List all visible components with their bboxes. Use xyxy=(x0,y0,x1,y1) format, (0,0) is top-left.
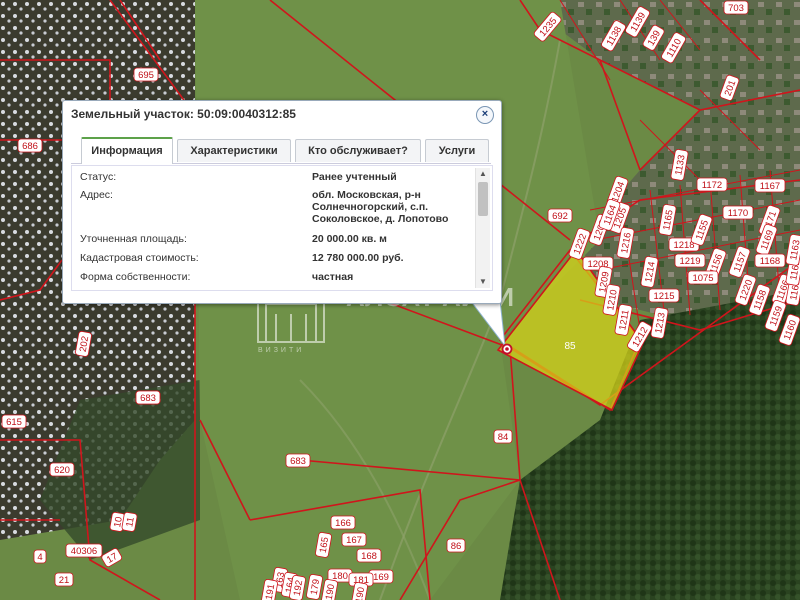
tab-bar: Информация Характеристики Кто обслуживае… xyxy=(71,137,491,164)
parcel-label-text: 1215 xyxy=(653,291,674,302)
tab-services[interactable]: Услуги xyxy=(425,139,489,162)
row-value: 12 780 000.00 руб. xyxy=(312,252,404,264)
tab-information[interactable]: Информация xyxy=(81,137,173,164)
parcel-label: 86 xyxy=(446,538,466,553)
parcel-label: 1172 xyxy=(696,177,728,192)
parcel-label: 683 xyxy=(285,453,311,468)
row-label: Статус: xyxy=(80,171,117,183)
parcel-label-text: 168 xyxy=(361,551,377,562)
parcel-label-text: 695 xyxy=(138,70,154,81)
row-label: Кадастровая стоимость: xyxy=(80,252,199,264)
parcel-label: 620 xyxy=(49,462,75,477)
selected-parcel-label: 85 xyxy=(564,341,576,352)
parcel-label-text: 683 xyxy=(290,456,306,467)
parcel-label-text: 4 xyxy=(37,552,42,563)
parcel-label-text: 620 xyxy=(54,465,70,476)
scroll-down-arrow-icon[interactable]: ▼ xyxy=(476,276,490,288)
info-panel: Статус: Ранее учтенный Адрес: обл. Моско… xyxy=(71,165,493,291)
parcel-label-text: 1167 xyxy=(760,181,780,192)
parcel-label: 615 xyxy=(1,414,27,429)
popup-title: Земельный участок: 50:09:0040312:85 xyxy=(71,107,296,121)
row-value: 20 000.00 кв. м xyxy=(312,233,387,245)
parcel-label-text: 615 xyxy=(6,417,22,428)
parcel-label-text: 190 xyxy=(354,586,368,600)
parcel-label-text: 703 xyxy=(728,3,744,14)
row-label: Адрес: xyxy=(80,189,113,201)
parcel-label-text: 40306 xyxy=(71,546,97,557)
parcel-label-text: 686 xyxy=(22,141,38,152)
parcel-label: 84 xyxy=(493,429,513,444)
parcel-label-text: 692 xyxy=(552,211,568,222)
parcel-label: 692 xyxy=(547,208,573,223)
parcel-label: 21 xyxy=(54,572,74,587)
scroll-thumb[interactable] xyxy=(478,182,488,216)
parcel-label: 1168 xyxy=(754,253,786,268)
row-value: частная xyxy=(312,271,354,283)
row-value: обл. Московская, р-н Солнечногорский, с.… xyxy=(312,189,482,225)
watermark-subtext: ВИЗИТИ xyxy=(258,347,304,354)
row-value: Ранее учтенный xyxy=(312,171,397,183)
parcel-label-text: 1170 xyxy=(728,208,748,219)
parcel-label: 1167 xyxy=(754,178,786,193)
parcel-label: 168 xyxy=(356,548,382,563)
row-label: Форма собственности: xyxy=(80,271,191,283)
parcel-label-text: 1172 xyxy=(702,180,722,191)
parcel-info-popup: Земельный участок: 50:09:0040312:85 × Ин… xyxy=(62,100,502,304)
parcel-label-text: 169 xyxy=(373,572,389,583)
parcel-label: 1170 xyxy=(722,205,754,220)
parcel-label-text: 86 xyxy=(451,541,462,552)
parcel-label-text: 1075 xyxy=(692,273,713,284)
panel-scrollbar[interactable]: ▲ ▼ xyxy=(475,168,490,288)
parcel-label: 1215 xyxy=(648,288,680,303)
parcel-label-text: 167 xyxy=(346,535,362,546)
parcel-label: 1075 xyxy=(687,270,719,285)
location-marker-dot xyxy=(505,347,509,351)
parcel-label-text: 1168 xyxy=(760,256,780,267)
address-line: обл. Московская, р-н xyxy=(312,189,421,201)
parcel-label: 686 xyxy=(17,138,43,153)
parcel-label: 167 xyxy=(341,532,367,547)
parcel-label: 166 xyxy=(330,515,356,530)
parcel-label-text: 1219 xyxy=(679,256,700,267)
parcel-label: 1219 xyxy=(674,253,706,268)
parcel-label-text: 21 xyxy=(59,575,70,586)
parcel-label-text: 11 xyxy=(124,516,137,528)
tab-who-serves[interactable]: Кто обслуживает? xyxy=(295,139,421,162)
parcel-label-text: 84 xyxy=(498,432,509,443)
parcel-label: 695 xyxy=(133,67,159,82)
parcel-label: 40306 xyxy=(65,543,103,558)
scroll-up-arrow-icon[interactable]: ▲ xyxy=(476,168,490,180)
parcel-label: 4 xyxy=(33,549,47,564)
parcel-label-text: 166 xyxy=(335,518,351,529)
parcel-label: 683 xyxy=(135,390,161,405)
parcel-label-text: 683 xyxy=(140,393,156,404)
tab-characteristics[interactable]: Характеристики xyxy=(177,139,291,162)
row-label: Уточненная площадь: xyxy=(80,233,187,245)
parcel-label: 703 xyxy=(723,0,749,15)
close-button[interactable]: × xyxy=(476,106,494,124)
parcel-label: 11 xyxy=(121,511,138,532)
address-line: Соколовское, д. Лопотово xyxy=(312,213,449,225)
address-line: Солнечногорский, с.п. xyxy=(312,201,429,213)
